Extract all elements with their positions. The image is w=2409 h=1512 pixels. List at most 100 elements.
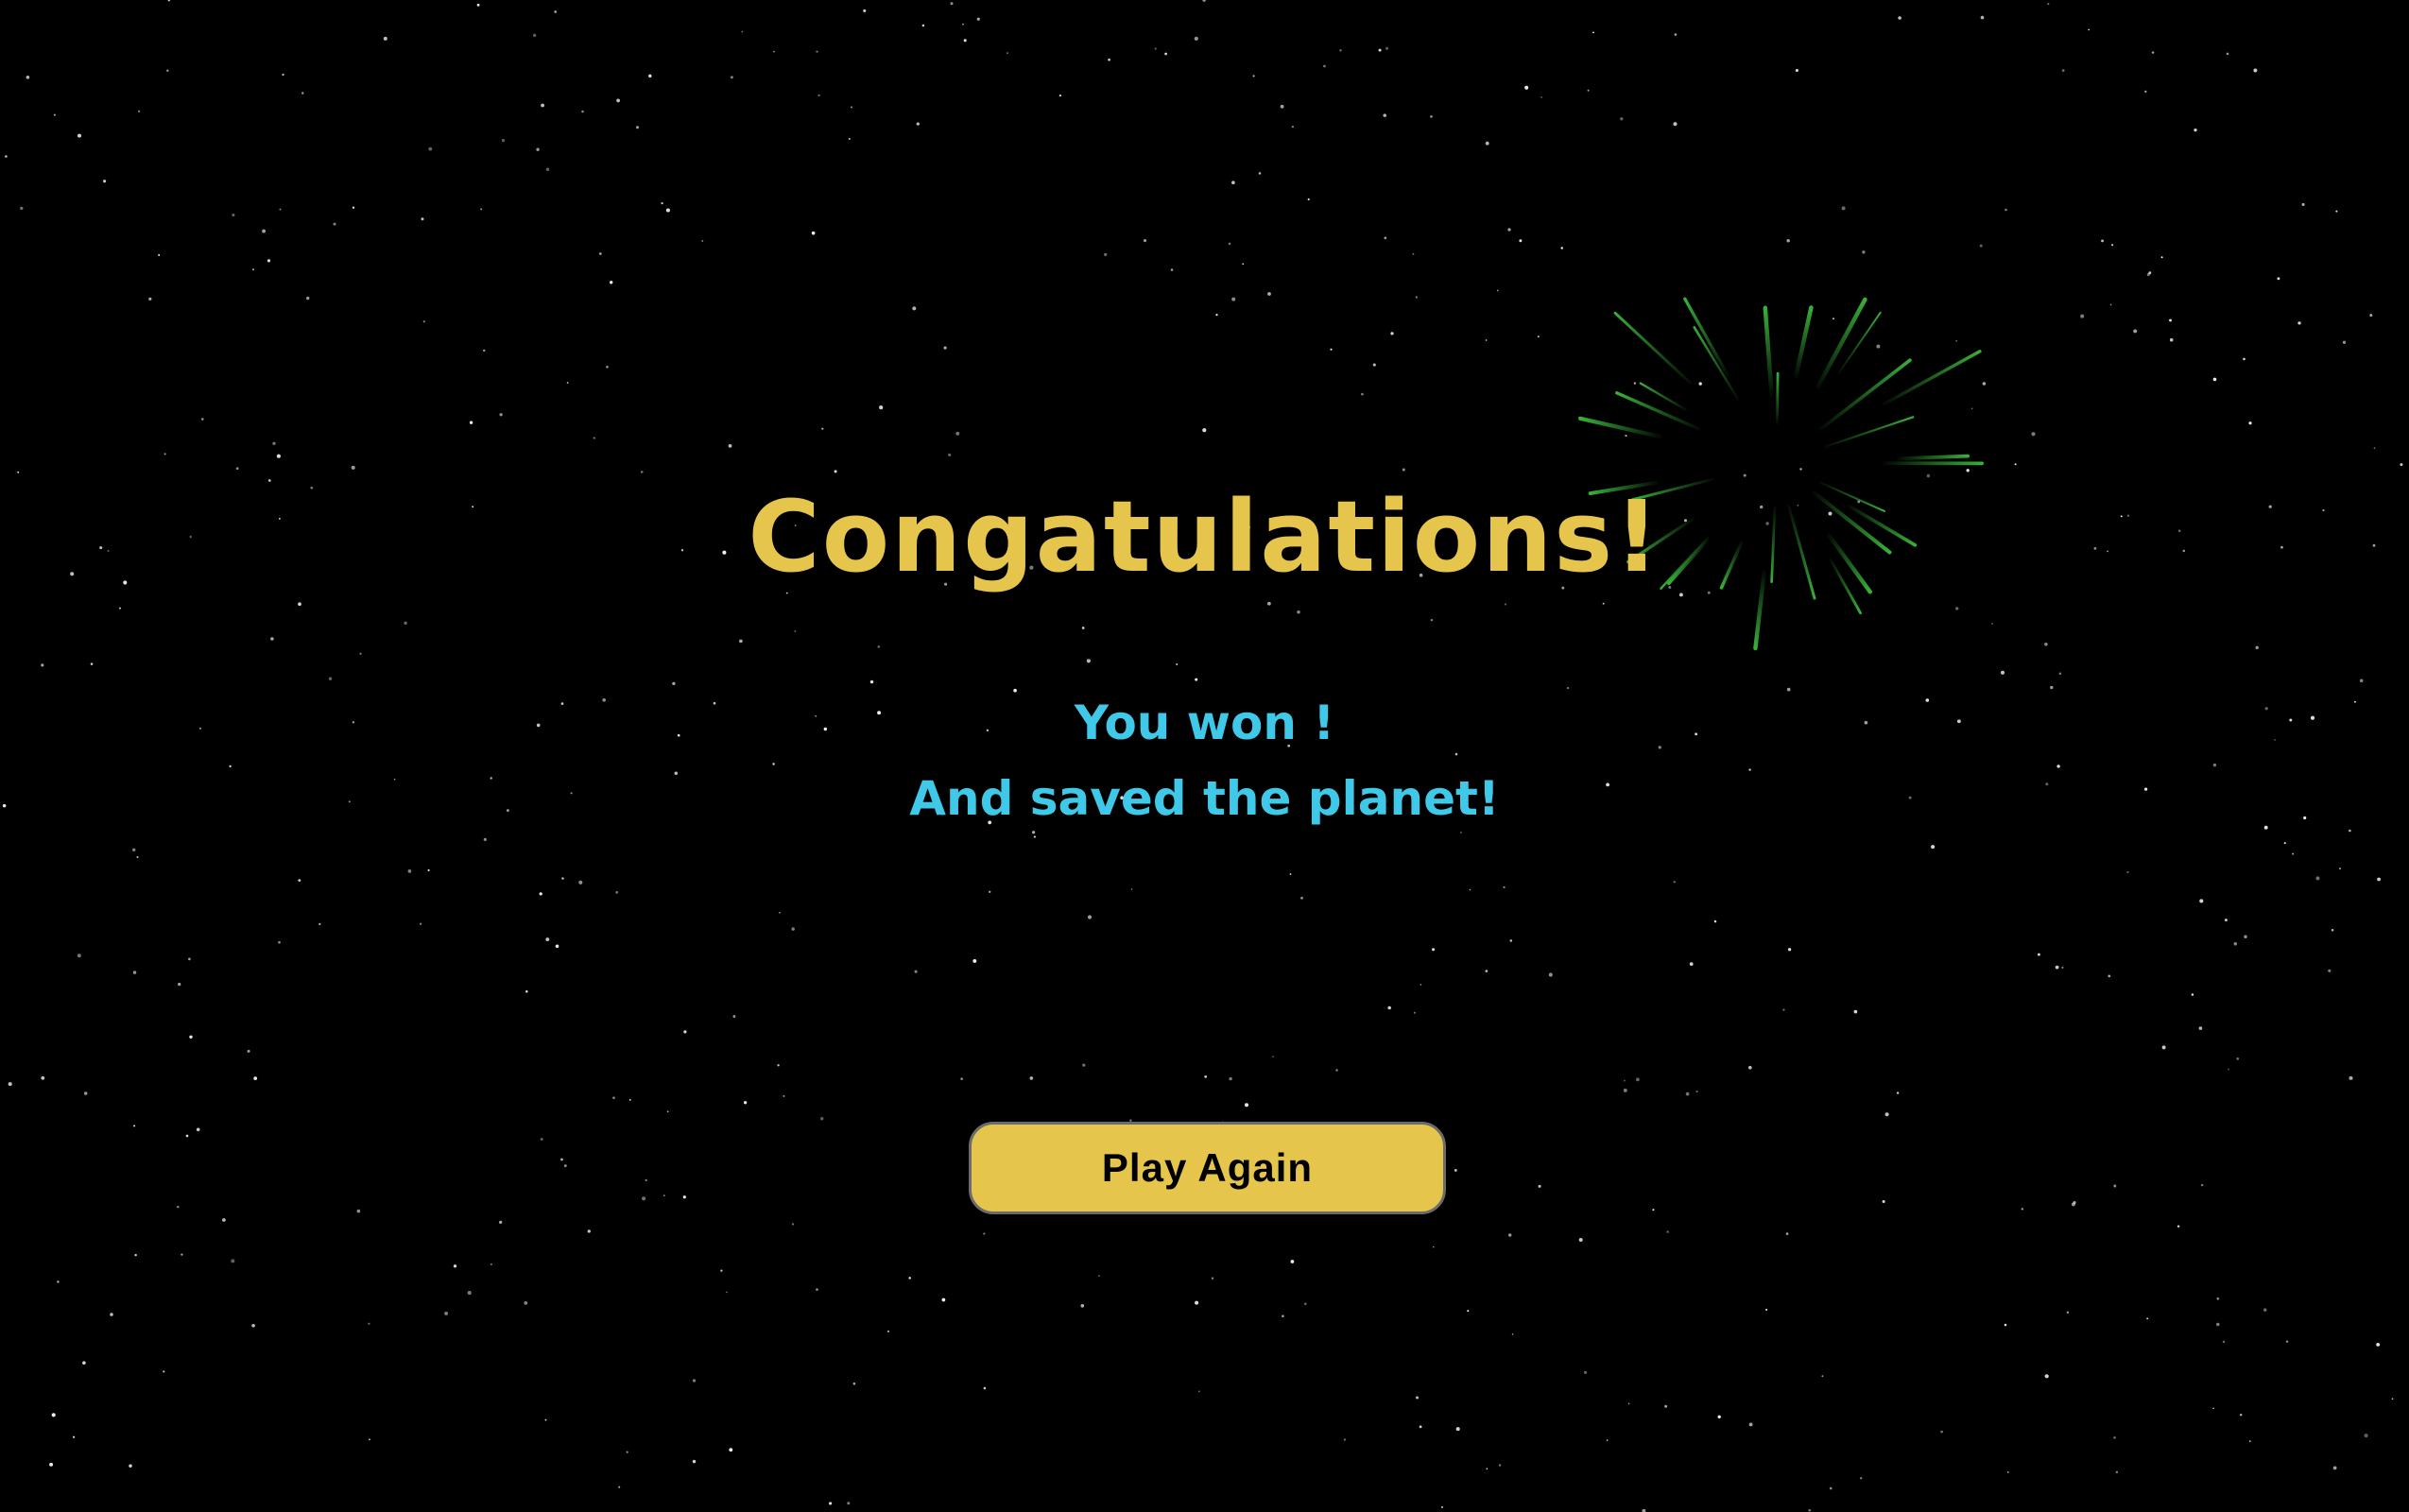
star <box>1454 1168 1457 1172</box>
star <box>483 349 486 352</box>
star <box>581 110 584 113</box>
star <box>1498 1464 1502 1467</box>
star <box>2224 919 2228 922</box>
star <box>1080 1303 1085 1308</box>
star <box>1229 1076 1232 1081</box>
star <box>2243 357 2246 361</box>
firework-spark <box>1824 416 1915 448</box>
star <box>847 1502 851 1505</box>
star <box>298 879 301 882</box>
star <box>1143 239 1147 243</box>
star <box>1211 1277 1214 1280</box>
star <box>404 621 407 625</box>
star <box>185 1134 189 1138</box>
star <box>480 208 483 211</box>
star <box>539 892 542 896</box>
star <box>298 602 301 607</box>
star <box>2111 244 2114 247</box>
star <box>869 679 874 684</box>
star <box>2328 969 2332 972</box>
star <box>247 1049 250 1053</box>
star <box>2050 685 2054 690</box>
star <box>1013 688 1017 693</box>
star <box>2236 1057 2240 1060</box>
firework-spark <box>1776 371 1780 425</box>
star <box>2212 763 2217 767</box>
star <box>2126 870 2129 874</box>
star <box>270 637 274 641</box>
star <box>618 1486 621 1488</box>
star <box>2216 1297 2220 1300</box>
star <box>561 877 564 880</box>
star <box>879 405 884 410</box>
star <box>131 848 136 852</box>
star <box>272 441 276 445</box>
star <box>1540 96 1542 98</box>
star <box>578 880 583 885</box>
star <box>26 76 30 79</box>
star <box>2228 1068 2229 1071</box>
star <box>1231 297 1236 301</box>
star <box>428 146 433 151</box>
star <box>1195 678 1198 681</box>
star <box>692 1379 697 1383</box>
play-again-button[interactable]: Play Again <box>969 1122 1446 1214</box>
star <box>665 208 670 213</box>
star <box>1104 252 1108 256</box>
star <box>2283 842 2286 845</box>
star <box>383 36 387 41</box>
star <box>554 10 558 13</box>
star <box>794 629 797 632</box>
star <box>41 663 44 667</box>
star <box>1086 659 1091 663</box>
star <box>2277 277 2280 281</box>
star <box>1627 1402 1630 1405</box>
star <box>2101 239 2104 243</box>
star <box>2198 1026 2203 1030</box>
star <box>2253 68 2258 73</box>
star <box>2161 1045 2166 1050</box>
star <box>1204 1075 1208 1078</box>
star <box>916 122 920 126</box>
star <box>2226 52 2229 56</box>
star <box>2349 829 2351 833</box>
star <box>1455 1427 1460 1432</box>
star <box>545 937 550 942</box>
star <box>729 1448 733 1452</box>
star <box>178 982 181 987</box>
star <box>821 427 824 430</box>
star <box>2031 432 2036 437</box>
star <box>2255 645 2259 649</box>
star <box>1033 835 1036 838</box>
star <box>2194 128 2197 132</box>
star <box>616 98 620 103</box>
star <box>2088 28 2091 31</box>
star <box>914 970 918 973</box>
star <box>730 76 733 79</box>
star <box>2108 974 2111 978</box>
star <box>1673 122 1678 127</box>
star <box>279 208 282 211</box>
star <box>683 1030 687 1034</box>
star <box>628 1099 631 1101</box>
star <box>1244 1103 1249 1108</box>
win-message: You won ! <box>1074 696 1335 750</box>
star <box>136 855 139 859</box>
star <box>2169 337 2174 342</box>
star <box>8 1082 12 1087</box>
star <box>2391 1398 2394 1400</box>
star <box>626 1451 628 1453</box>
star <box>921 24 925 27</box>
star <box>2177 1225 2180 1228</box>
star <box>2055 965 2059 970</box>
star <box>1862 250 1866 254</box>
star <box>82 1361 86 1365</box>
star <box>196 1127 200 1132</box>
star <box>1170 268 1174 271</box>
star <box>2115 1470 2119 1474</box>
star <box>1524 85 1529 90</box>
star <box>972 958 977 963</box>
star <box>2199 899 2204 903</box>
star <box>1307 198 1310 201</box>
star <box>1390 332 1394 335</box>
